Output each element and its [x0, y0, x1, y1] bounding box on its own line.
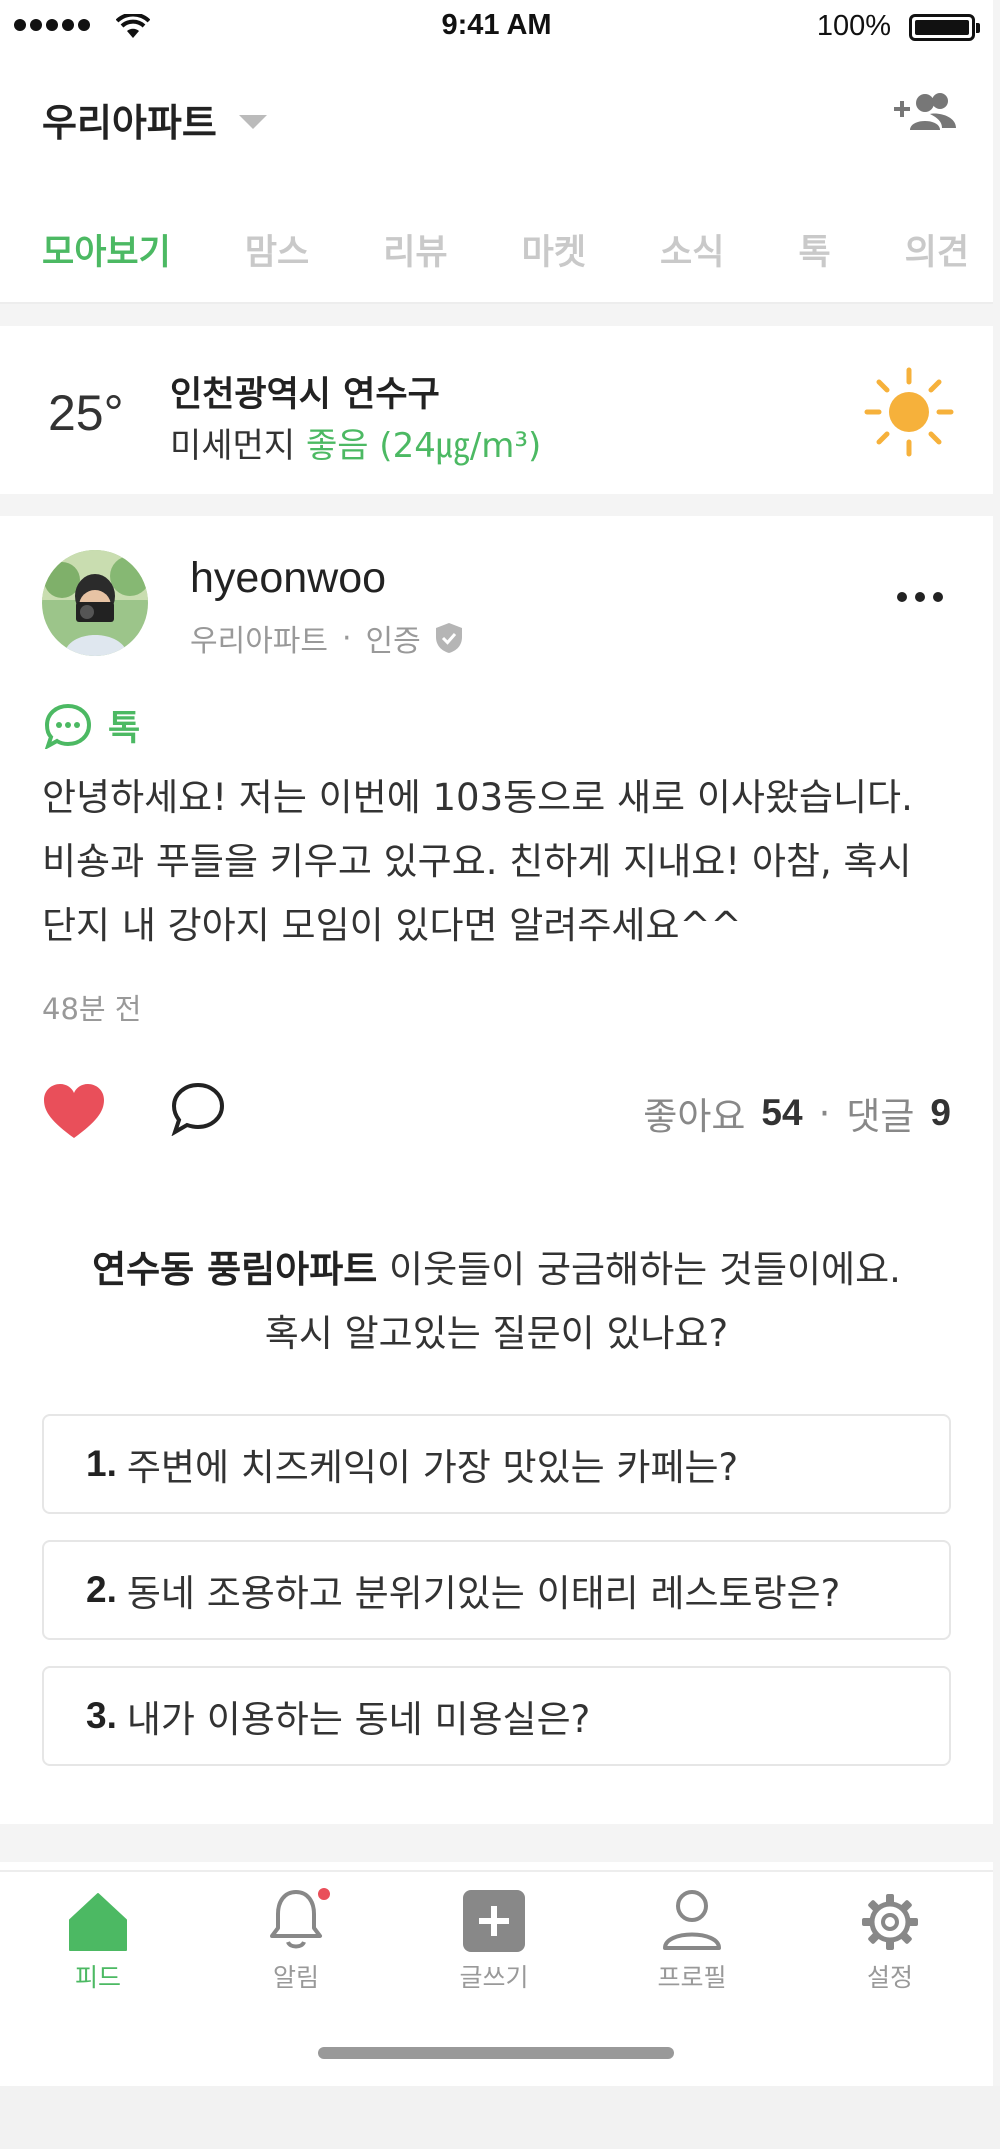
- like-heart-icon[interactable]: [42, 1082, 106, 1140]
- battery-icon: [909, 14, 980, 41]
- nav-label: 알림: [272, 1963, 319, 1992]
- counts-separator: ·: [818, 1091, 831, 1135]
- question-item[interactable]: 1. 주변에 치즈케익이 가장 맛있는 카페는?: [42, 1414, 951, 1514]
- post-actions: 좋아요 54 · 댓글 9: [42, 1076, 951, 1146]
- category-label: 톡: [108, 709, 141, 749]
- divider: [0, 304, 993, 326]
- home-icon: [69, 1893, 127, 1951]
- comments-count: 9: [930, 1092, 951, 1133]
- question-item[interactable]: 2. 동네 조용하고 분위기있는 이태리 레스토랑은?: [42, 1540, 951, 1640]
- bottom-nav: 피드 알림 글쓰기 프로필 설정: [0, 1870, 993, 1992]
- tab-talk[interactable]: 톡: [798, 212, 830, 302]
- tab-review[interactable]: 리뷰: [383, 212, 447, 302]
- tab-market[interactable]: 마켓: [522, 212, 586, 302]
- comment-icon[interactable]: [170, 1082, 226, 1136]
- dust-info: 미세먼지 좋음 (24㎍/m³): [170, 418, 541, 467]
- question-number: 3.: [86, 1695, 117, 1736]
- verified-shield-icon: [435, 623, 462, 653]
- post-time: 48분 전: [42, 992, 142, 1026]
- home-indicator: [318, 2047, 674, 2059]
- avatar[interactable]: [42, 550, 148, 656]
- weather-card: 25° 인천광역시 연수구 미세먼지 좋음 (24㎍/m³): [0, 326, 993, 494]
- nav-feed[interactable]: 피드: [28, 1886, 168, 1994]
- status-bar: 9:41 AM 100%: [0, 0, 993, 58]
- gear-icon: [862, 1894, 918, 1950]
- tab-moms[interactable]: 맘스: [245, 212, 309, 302]
- chat-bubble-icon: [44, 703, 92, 749]
- question-item[interactable]: 3. 내가 이용하는 동네 미용실은?: [42, 1666, 951, 1766]
- sun-icon: [864, 367, 954, 457]
- question-text: 동네 조용하고 분위기있는 이태리 레스토랑은?: [126, 1572, 841, 1615]
- questions-intro: 연수동 풍림아파트 이웃들이 궁금해하는 것들이에요. 혹시 알고있는 질문이 …: [0, 1238, 993, 1366]
- post-counts: 좋아요 54 · 댓글 9: [643, 1086, 951, 1140]
- notification-dot: [316, 1886, 332, 1902]
- battery-percent: 100%: [816, 10, 891, 42]
- nav-label: 글쓰기: [459, 1963, 529, 1992]
- tab-opinion[interactable]: 의견: [905, 212, 969, 302]
- questions-apartment: 연수동 풍림아파트: [92, 1248, 378, 1291]
- more-options-icon[interactable]: [897, 592, 943, 602]
- app-header: 우리아파트: [42, 80, 958, 152]
- dust-label: 미세먼지: [170, 426, 296, 466]
- questions-intro-text: 이웃들이 궁금해하는 것들이에요.: [377, 1248, 901, 1291]
- nav-write[interactable]: 글쓰기: [424, 1886, 564, 1994]
- question-number: 2.: [86, 1569, 117, 1610]
- post-body: 안녕하세요! 저는 이번에 103동으로 새로 이사왔습니다. 비숑과 푸들을 …: [42, 776, 913, 947]
- nav-settings[interactable]: 설정: [820, 1886, 960, 1994]
- verified-label: 인증: [365, 624, 421, 659]
- tab-all[interactable]: 모아보기: [42, 212, 171, 302]
- temperature: 25°: [48, 385, 124, 441]
- likes-count: 54: [761, 1092, 803, 1133]
- weather-location: 인천광역시 연수구: [170, 375, 440, 415]
- question-text: 내가 이용하는 동네 미용실은?: [126, 1698, 591, 1741]
- question-text: 주변에 치즈케익이 가장 맛있는 카페는?: [126, 1446, 739, 1489]
- screen-edge: [993, 0, 1000, 2086]
- profile-icon: [663, 1890, 721, 1950]
- category-tabs: 모아보기 맘스 리뷰 마켓 소식 톡 의견: [0, 212, 993, 304]
- user-meta: 우리아파트 · 인증: [190, 616, 463, 660]
- write-icon: [463, 1890, 525, 1952]
- questions-intro-line2: 혹시 알고있는 질문이 있나요?: [264, 1312, 729, 1355]
- apartment-name: 우리아파트: [42, 101, 217, 145]
- likes-label: 좋아요: [643, 1095, 746, 1138]
- meta-separator: ·: [342, 620, 352, 656]
- bell-icon: [270, 1890, 322, 1949]
- tab-news[interactable]: 소식: [660, 212, 724, 302]
- apartment-selector[interactable]: 우리아파트: [42, 92, 267, 147]
- questions-intro-line1: 연수동 풍림아파트 이웃들이 궁금해하는 것들이에요.: [0, 1238, 993, 1302]
- caret-down-icon: [238, 114, 267, 129]
- divider: [0, 1824, 993, 1862]
- add-user-icon[interactable]: [892, 90, 958, 136]
- user-apartment: 우리아파트: [190, 624, 328, 659]
- feed-post: hyeonwoo 우리아파트 · 인증 톡 안녕하세요! 저는 이번에 103동…: [0, 516, 993, 1824]
- comments-label: 댓글: [846, 1095, 915, 1138]
- nav-profile[interactable]: 프로필: [622, 1886, 762, 1994]
- post-category: 톡: [44, 700, 140, 751]
- nav-label: 피드: [74, 1963, 121, 1992]
- username[interactable]: hyeonwoo: [190, 554, 386, 603]
- question-number: 1.: [86, 1443, 117, 1484]
- nav-label: 프로필: [657, 1963, 727, 1992]
- screen: 9:41 AM 100% 우리아파트 모아보기 맘스 리뷰 마켓 소식 톡 의견…: [0, 0, 1000, 2086]
- dust-status: 좋음 (24㎍/m³): [305, 426, 542, 466]
- nav-label: 설정: [866, 1963, 913, 1992]
- nav-alerts[interactable]: 알림: [226, 1886, 366, 1994]
- divider: [0, 494, 993, 516]
